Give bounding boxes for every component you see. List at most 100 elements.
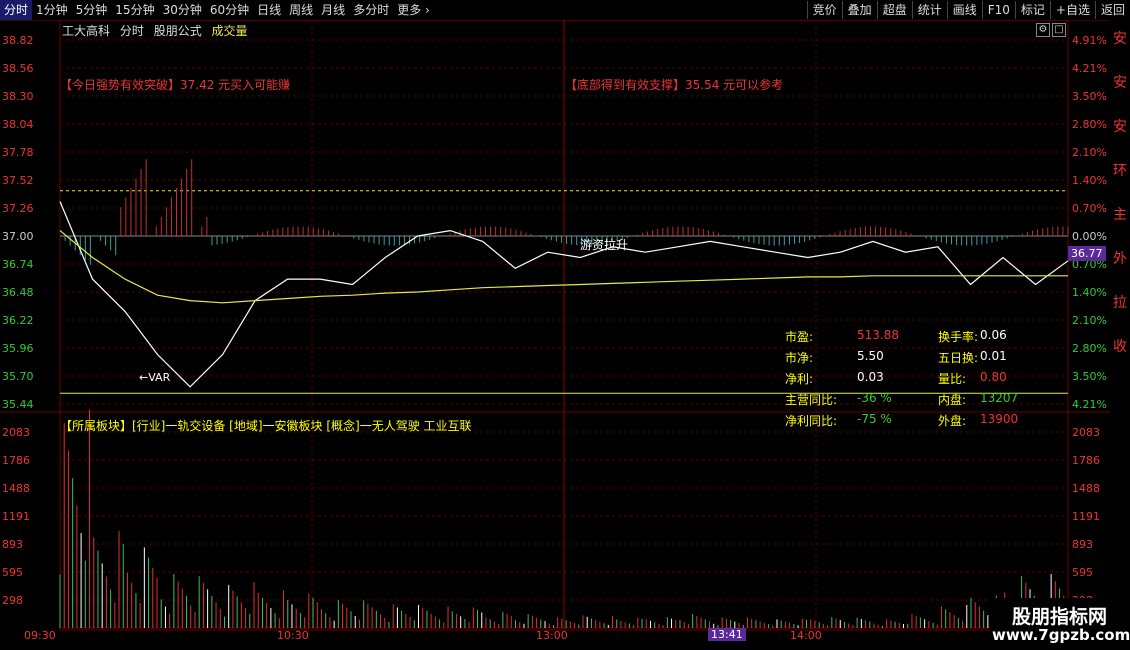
function-buttons: 竞价 叠加 超盘 统计 画线 F10 标记 +自选 返回: [806, 0, 1130, 20]
brand-name: 股朋指标网: [1012, 606, 1108, 628]
price-axis-left-label: 36.74: [2, 258, 34, 271]
volume-axis-left-label: 298: [2, 594, 23, 607]
price-axis-left-label: 36.48: [2, 286, 34, 299]
volume-axis-right-label: 1191: [1072, 510, 1100, 523]
side-strip-char: 环: [1113, 163, 1127, 179]
period-tab-0[interactable]: 分时: [0, 0, 33, 20]
period-tab-10[interactable]: 更多 ›: [393, 0, 434, 20]
volume-axis-right-label: 2083: [1072, 426, 1100, 439]
period-tab-4[interactable]: 30分钟: [159, 0, 206, 20]
price-axis-right-label: 1.40%: [1072, 174, 1107, 187]
info-value: 0.80: [980, 370, 1007, 384]
function-button-3[interactable]: 统计: [911, 1, 947, 19]
time-axis-label: 13:00: [536, 629, 568, 642]
function-button-8[interactable]: 返回: [1094, 1, 1130, 19]
info-value: 513.88: [857, 328, 899, 342]
volume-axis-right-label: 1786: [1072, 454, 1100, 467]
info-value: 5.50: [857, 349, 884, 363]
settings-icon[interactable]: ⚙: [1036, 23, 1050, 37]
period-tabs: 分时 1分钟 5分钟 15分钟 30分钟 60分钟 日线 周线 月线 多分时 更多 ›: [0, 0, 434, 20]
info-label: 外盘:: [938, 414, 967, 428]
time-axis-label: 09:30: [24, 629, 56, 642]
price-axis-left-label: 38.56: [2, 62, 34, 75]
formula-name: 股朋公式: [153, 24, 202, 38]
info-label: 净利同比:: [785, 414, 838, 428]
zoom-icon[interactable]: □: [1052, 23, 1066, 37]
price-axis-left-label: 36.22: [2, 314, 34, 327]
volume-axis-left-label: 1488: [2, 482, 30, 495]
price-axis-right-label: 2.10%: [1072, 314, 1107, 327]
function-button-2[interactable]: 超盘: [876, 1, 912, 19]
volume-axis-left-label: 893: [2, 538, 23, 551]
volume-axis-left-label: 1191: [2, 510, 30, 523]
info-label: 换手率:: [938, 330, 979, 344]
volume-axis-right-label: 595: [1072, 566, 1093, 579]
period-tab-5[interactable]: 60分钟: [206, 0, 253, 20]
price-axis-left-label: 35.44: [2, 398, 34, 411]
side-strip-char: 主: [1113, 207, 1127, 223]
brand-url: www.7gpzb.com: [992, 626, 1130, 644]
chart-mode: 分时: [119, 24, 144, 38]
function-button-1[interactable]: 叠加: [841, 1, 877, 19]
side-strip-char: 安: [1113, 31, 1127, 47]
period-tab-3[interactable]: 15分钟: [111, 0, 158, 20]
volume-axis-left-label: 595: [2, 566, 23, 579]
price-axis-left-label: 38.82: [2, 34, 34, 47]
function-button-6[interactable]: 标记: [1014, 1, 1050, 19]
price-axis-right-label: 2.10%: [1072, 146, 1107, 159]
period-tab-7[interactable]: 周线: [285, 0, 317, 20]
info-value: 0.06: [980, 328, 1007, 342]
price-axis-left-label: 37.00: [2, 230, 34, 243]
period-toolbar: 分时 1分钟 5分钟 15分钟 30分钟 60分钟 日线 周线 月线 多分时 更多 › 竞价 叠加 超盘…: [0, 0, 1130, 21]
volume-axis-right-label: 1488: [1072, 482, 1100, 495]
breakout-annotation: 【今日强势有效突破】37.42 元买入可能赚: [60, 78, 291, 92]
info-label: 净利:: [785, 372, 814, 386]
side-info-strip: 安安安环主外拉收: [1110, 20, 1130, 650]
price-axis-left-label: 37.78: [2, 146, 34, 159]
info-value: 13207: [980, 391, 1019, 405]
info-value: 0.03: [857, 370, 884, 384]
price-axis-left-label: 37.52: [2, 174, 34, 187]
stock-name: 工大高科: [62, 24, 111, 38]
price-axis-left-label: 35.70: [2, 370, 34, 383]
price-axis-right-label: 4.91%: [1072, 34, 1107, 47]
current-time-marker: 13:41: [708, 628, 746, 641]
info-value: 0.01: [980, 349, 1007, 363]
period-tab-8[interactable]: 月线: [317, 0, 349, 20]
time-axis-label: 10:30: [277, 629, 309, 642]
price-axis-right-label: 3.50%: [1072, 370, 1107, 383]
period-tab-6[interactable]: 日线: [253, 0, 285, 20]
info-value: 13900: [980, 412, 1019, 426]
period-tab-1[interactable]: 1分钟: [32, 0, 72, 20]
price-axis-right-label: 2.80%: [1072, 118, 1107, 131]
period-tab-9[interactable]: 多分时: [349, 0, 393, 20]
function-button-5[interactable]: F10: [981, 1, 1015, 19]
volume-axis-right-label: 893: [1072, 538, 1093, 551]
price-axis-right-label: 1.40%: [1072, 286, 1107, 299]
support-annotation: 【底部得到有效支撑】35.54 元可以参考: [565, 78, 784, 92]
info-label: 量比:: [938, 372, 967, 386]
function-button-0[interactable]: 竞价: [806, 1, 842, 19]
info-label: 市净:: [785, 351, 814, 365]
volume-axis-left-label: 1786: [2, 454, 30, 467]
price-axis-left-label: 35.96: [2, 342, 34, 355]
side-strip-char: 安: [1113, 119, 1127, 135]
info-label: 主营同比:: [785, 393, 838, 407]
side-strip-char: 外: [1113, 251, 1127, 267]
side-strip-char: 收: [1113, 339, 1127, 355]
info-label: 内盘:: [938, 393, 967, 407]
function-button-7[interactable]: +自选: [1049, 1, 1095, 19]
info-value: -36 %: [857, 391, 892, 405]
price-axis-left-label: 38.04: [2, 118, 34, 131]
info-value: -75 %: [857, 412, 892, 426]
function-button-4[interactable]: 画线: [946, 1, 982, 19]
side-strip-char: 安: [1113, 75, 1127, 91]
price-axis-right-label: 2.80%: [1072, 342, 1107, 355]
price-axis-right-label: 4.21%: [1072, 62, 1107, 75]
info-label: 五日换:: [938, 351, 979, 365]
period-tab-2[interactable]: 5分钟: [72, 0, 112, 20]
price-axis-left-label: 38.30: [2, 90, 34, 103]
info-label: 市盈:: [785, 330, 814, 344]
time-axis-label: 14:00: [790, 629, 822, 642]
volume-axis-left-label: 2083: [2, 426, 30, 439]
